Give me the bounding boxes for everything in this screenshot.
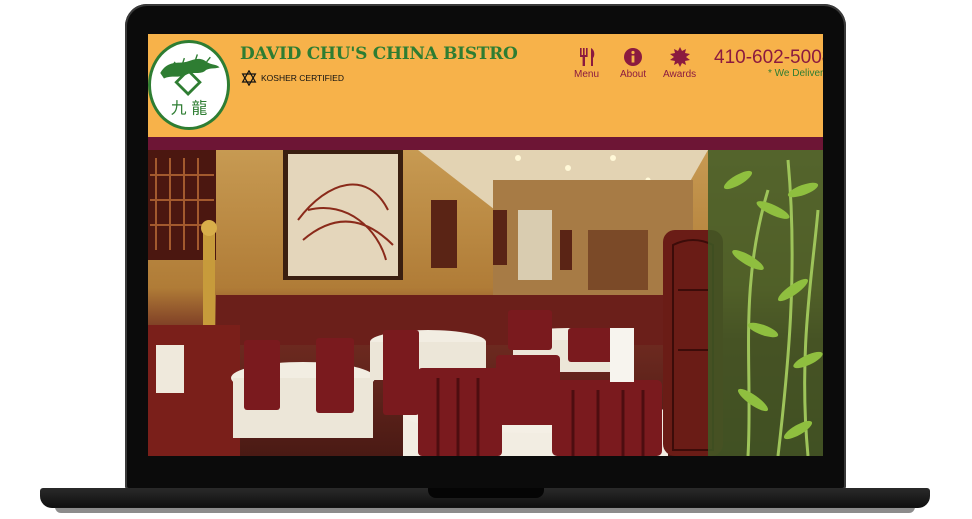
- laptop-shadow: [55, 507, 915, 513]
- laptop-notch: [428, 488, 544, 498]
- phone-number[interactable]: 410-602-5008: [714, 47, 823, 69]
- kosher-badge: KOSHER CERTIFIED: [241, 70, 344, 86]
- kosher-label: KOSHER CERTIFIED: [261, 73, 344, 83]
- nav-awards[interactable]: Awards: [663, 47, 696, 80]
- award-seal-icon: [669, 47, 690, 67]
- nav-awards-label: Awards: [663, 69, 697, 80]
- restaurant-photo: [148, 150, 823, 456]
- star-of-david-icon: [241, 70, 257, 86]
- nav-about-label: About: [620, 69, 647, 80]
- site-title[interactable]: DAVID CHU'S CHINA BISTRO: [240, 44, 518, 64]
- delivery-note: * We Deliver: [768, 68, 823, 79]
- site-header: 九 龍 DAVID CHU'S CHINA BISTRO KOSHER CERT…: [148, 34, 823, 137]
- nav-about[interactable]: About: [620, 47, 646, 80]
- logo-characters: 九 龍: [171, 99, 208, 118]
- info-icon: [624, 48, 643, 66]
- nav-menu[interactable]: Menu: [574, 47, 599, 80]
- nav-menu-label: Menu: [574, 69, 600, 80]
- fork-knife-icon: [579, 48, 594, 66]
- laptop-screen: 九 龍 DAVID CHU'S CHINA BISTRO KOSHER CERT…: [148, 34, 823, 456]
- dragon-logo[interactable]: 九 龍: [148, 40, 230, 130]
- header-divider: [148, 137, 823, 150]
